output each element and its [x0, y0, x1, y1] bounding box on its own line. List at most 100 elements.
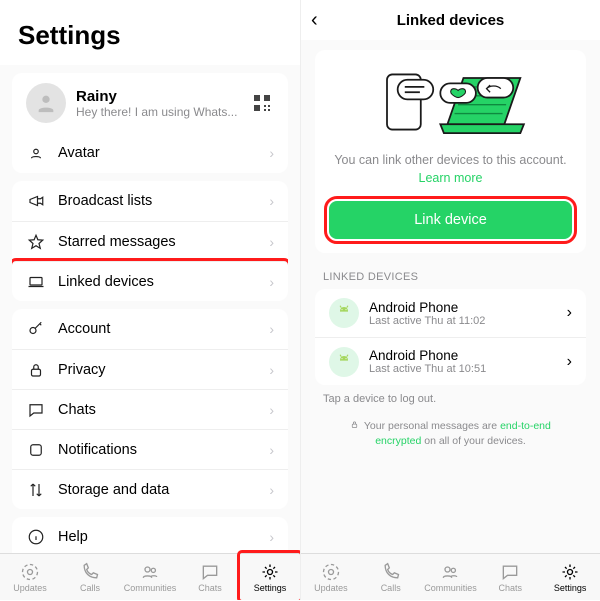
- profile-row[interactable]: Rainy Hey there! I am using Whats...: [12, 73, 288, 133]
- android-icon: [329, 298, 359, 328]
- chevron-right-icon: ›: [269, 482, 274, 498]
- row-label: Chats: [46, 402, 269, 418]
- devices-illustration: [329, 62, 572, 142]
- tab-calls[interactable]: Calls: [60, 554, 120, 600]
- linked-device-row[interactable]: Android Phone Last active Thu at 10:51 ›: [315, 337, 586, 385]
- tab-updates[interactable]: Updates: [301, 554, 361, 600]
- intro-description: You can link other devices to this accou…: [329, 152, 572, 187]
- lock-icon: [350, 419, 359, 434]
- tab-label: Calls: [381, 583, 401, 593]
- learn-more-link[interactable]: Learn more: [419, 171, 483, 185]
- tab-bar: Updates Calls Communities Chats Settings: [0, 553, 300, 600]
- tab-settings[interactable]: Settings: [240, 554, 300, 600]
- encryption-footnote: Your personal messages are end-to-end en…: [301, 405, 600, 463]
- laptop-icon: [26, 273, 46, 291]
- chevron-right-icon: ›: [269, 234, 274, 250]
- privacy-row[interactable]: Privacy ›: [12, 349, 288, 389]
- navigation-header: ‹ Linked devices: [301, 0, 600, 40]
- notifications-row[interactable]: Notifications ›: [12, 429, 288, 469]
- device-status: Last active Thu at 11:02: [369, 315, 567, 327]
- row-label: Notifications: [46, 442, 269, 458]
- chats-row[interactable]: Chats ›: [12, 389, 288, 429]
- linked-devices-list: Android Phone Last active Thu at 11:02 ›…: [315, 289, 586, 385]
- row-label: Linked devices: [46, 274, 269, 290]
- tab-label: Chats: [499, 583, 523, 593]
- tab-label: Settings: [554, 583, 587, 593]
- logout-hint: Tap a device to log out.: [301, 385, 600, 405]
- lock-icon: [26, 361, 46, 379]
- device-status: Last active Thu at 10:51: [369, 363, 567, 375]
- chevron-right-icon: ›: [269, 321, 274, 337]
- profile-card: Rainy Hey there! I am using Whats... Ava…: [12, 73, 288, 173]
- tab-settings[interactable]: Settings: [540, 554, 600, 600]
- back-button[interactable]: ‹: [311, 9, 318, 32]
- tab-communities[interactable]: Communities: [421, 554, 481, 600]
- broadcast-lists-row[interactable]: Broadcast lists ›: [12, 181, 288, 221]
- chevron-right-icon: ›: [567, 304, 572, 322]
- arrows-icon: [26, 481, 46, 499]
- chevron-right-icon: ›: [269, 274, 274, 290]
- tab-bar: Updates Calls Communities Chats Settings: [301, 553, 600, 600]
- tab-label: Calls: [80, 583, 100, 593]
- chevron-right-icon: ›: [269, 402, 274, 418]
- list-group-1: Broadcast lists › Starred messages › Lin…: [12, 181, 288, 301]
- tab-label: Updates: [13, 583, 47, 593]
- chevron-right-icon: ›: [567, 353, 572, 371]
- tab-calls[interactable]: Calls: [361, 554, 421, 600]
- account-row[interactable]: Account ›: [12, 309, 288, 349]
- key-icon: [26, 320, 46, 338]
- avatar-row[interactable]: Avatar ›: [12, 133, 288, 173]
- row-label: Broadcast lists: [46, 193, 269, 209]
- chevron-right-icon: ›: [269, 442, 274, 458]
- tab-label: Chats: [198, 583, 222, 593]
- star-icon: [26, 233, 46, 251]
- storage-row[interactable]: Storage and data ›: [12, 469, 288, 509]
- device-name: Android Phone: [369, 348, 567, 363]
- footnote-text: Your personal messages are: [364, 420, 500, 432]
- row-label: Help: [46, 529, 269, 545]
- row-label: Privacy: [46, 362, 269, 378]
- help-row[interactable]: Help ›: [12, 517, 288, 553]
- linked-device-row[interactable]: Android Phone Last active Thu at 11:02 ›: [315, 289, 586, 337]
- row-label: Storage and data: [46, 482, 269, 498]
- intro-card: You can link other devices to this accou…: [315, 50, 586, 253]
- qr-icon[interactable]: [250, 91, 274, 115]
- android-icon: [329, 347, 359, 377]
- section-header-linked: LINKED DEVICES: [301, 253, 600, 289]
- chevron-right-icon: ›: [269, 145, 274, 161]
- chevron-right-icon: ›: [269, 362, 274, 378]
- starred-messages-row[interactable]: Starred messages ›: [12, 221, 288, 261]
- profile-name: Rainy: [76, 88, 250, 105]
- tab-label: Updates: [314, 583, 348, 593]
- tab-chats[interactable]: Chats: [480, 554, 540, 600]
- tab-label: Communities: [424, 583, 477, 593]
- header-title: Linked devices: [397, 12, 505, 29]
- tab-label: Communities: [124, 583, 177, 593]
- list-group-3: Help › Tell a friend ›: [12, 517, 288, 553]
- chevron-right-icon: ›: [269, 529, 274, 545]
- info-icon: [26, 528, 46, 546]
- tab-updates[interactable]: Updates: [0, 554, 60, 600]
- profile-status: Hey there! I am using Whats...: [76, 105, 250, 119]
- tab-label: Settings: [254, 583, 287, 593]
- desc-text: You can link other devices to this accou…: [334, 153, 566, 167]
- avatar-icon: [26, 83, 66, 123]
- linked-devices-screen: ‹ Linked devices: [300, 0, 600, 600]
- link-device-button[interactable]: Link device: [329, 201, 572, 239]
- page-title: Settings: [0, 0, 300, 65]
- app-icon: [26, 441, 46, 459]
- settings-screen: Settings Rainy Hey there! I am using Wha…: [0, 0, 300, 600]
- row-label: Avatar: [46, 145, 269, 161]
- chat-icon: [26, 401, 46, 419]
- linked-devices-row[interactable]: Linked devices ›: [12, 261, 288, 301]
- tab-communities[interactable]: Communities: [120, 554, 180, 600]
- tab-chats[interactable]: Chats: [180, 554, 240, 600]
- footnote-text: on all of your devices.: [421, 435, 525, 447]
- row-label: Starred messages: [46, 234, 269, 250]
- list-group-2: Account › Privacy › Chats › Notification…: [12, 309, 288, 509]
- chevron-right-icon: ›: [269, 193, 274, 209]
- megaphone-icon: [26, 192, 46, 210]
- row-label: Account: [46, 321, 269, 337]
- device-name: Android Phone: [369, 300, 567, 315]
- avatar-menu-icon: [26, 144, 46, 162]
